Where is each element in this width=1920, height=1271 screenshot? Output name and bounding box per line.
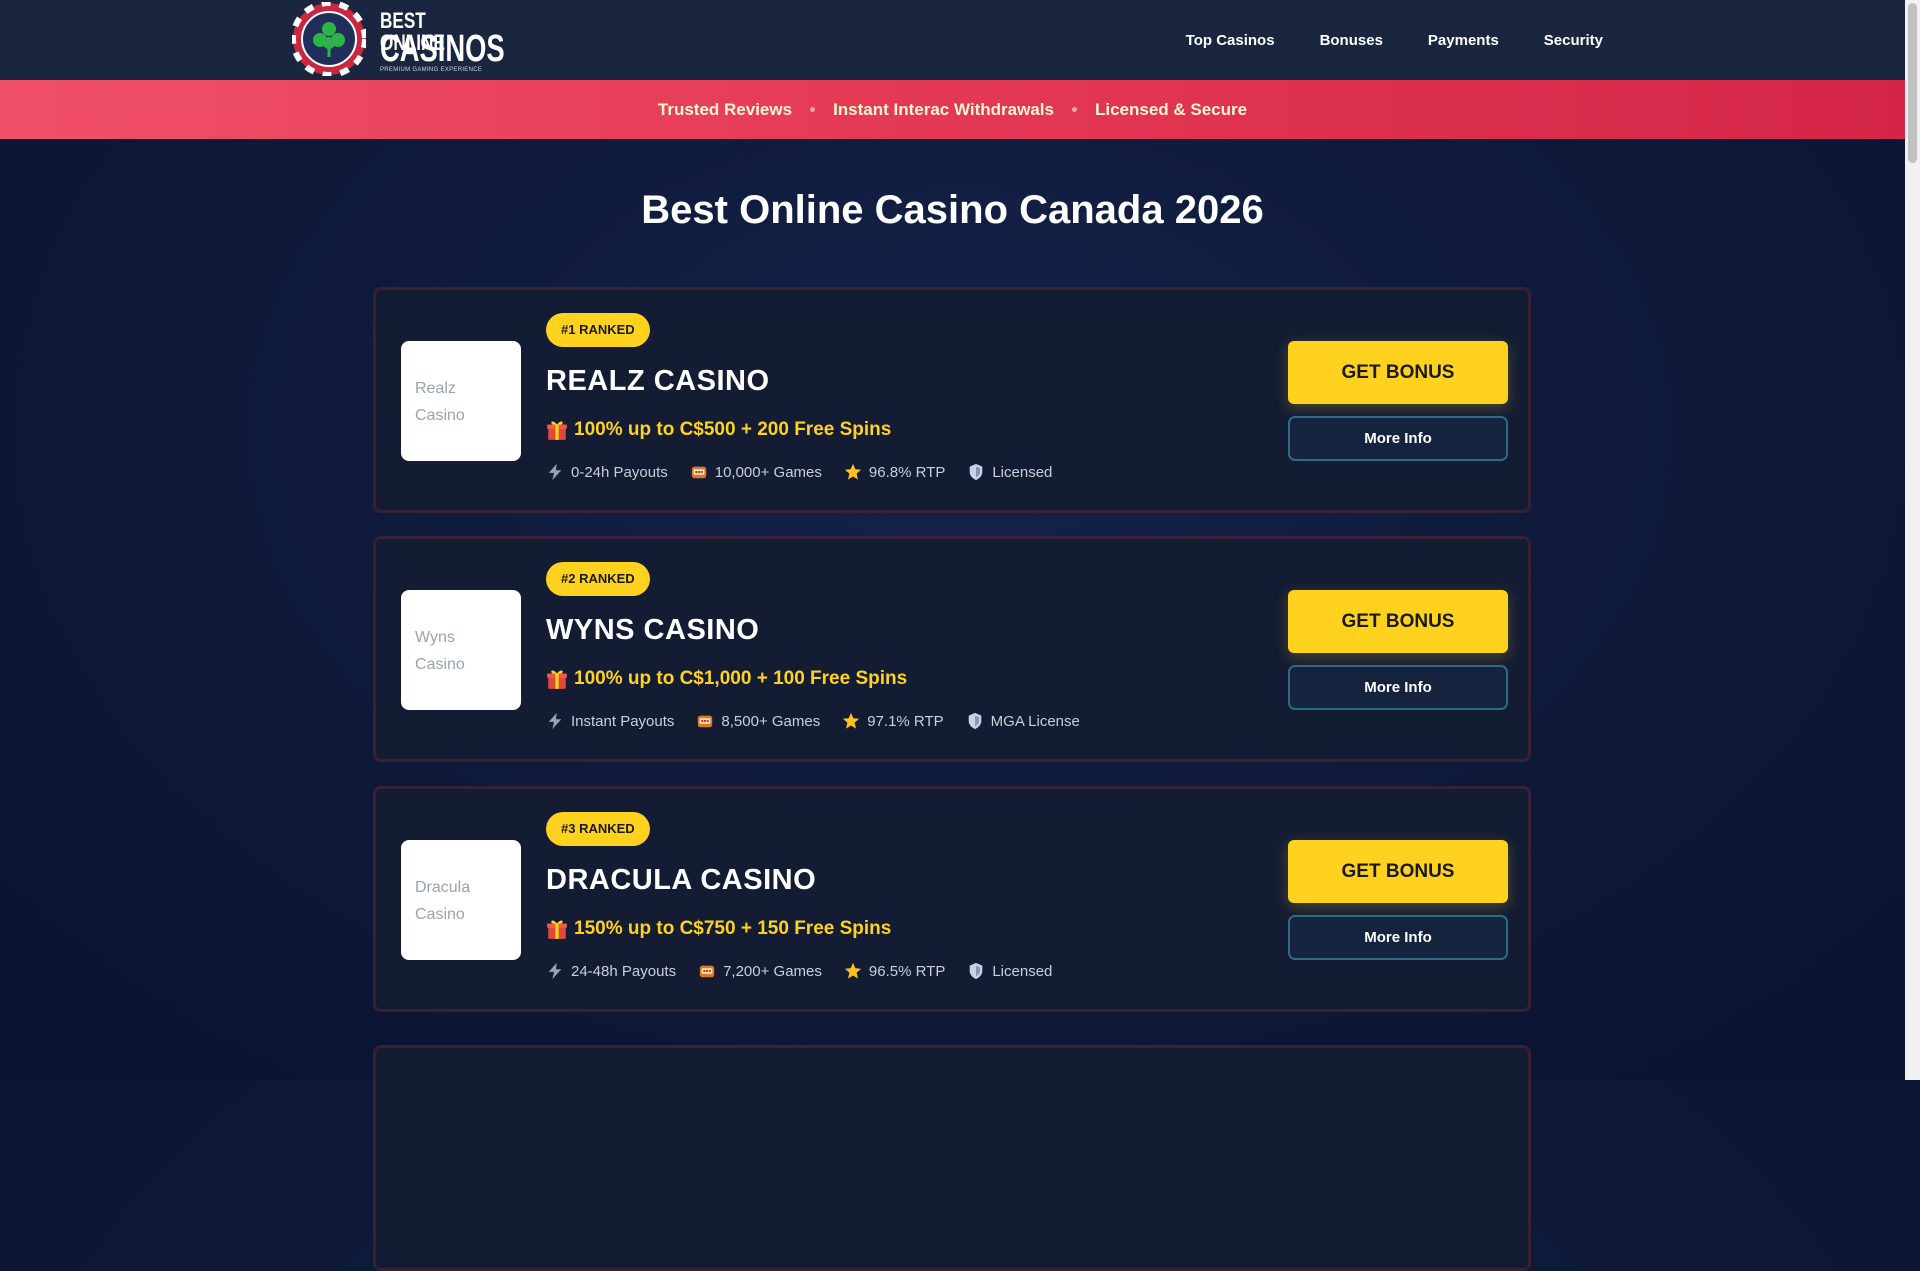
get-bonus-button[interactable]: GET BONUS <box>1288 590 1508 653</box>
feature-list: Instant Payouts 8,500+ Games 97.1% RTP M… <box>546 712 1080 730</box>
main-nav: Top Casinos Bonuses Payments Security <box>1186 0 1603 80</box>
casino-logo[interactable]: Wyns Casino <box>401 590 521 710</box>
feature-license-text: Licensed <box>992 962 1053 980</box>
site-header: BEST ONLINE CASINOS PREMIUM GAMING EXPER… <box>0 0 1905 81</box>
rank-badge: #1 RANKED <box>546 313 650 347</box>
feature-license: MGA License <box>966 712 1080 730</box>
feature-list: 0-24h Payouts 10,000+ Games 96.8% RTP Li… <box>546 463 1052 481</box>
page-scrollbar[interactable] <box>1905 0 1920 1080</box>
shield-icon <box>970 962 983 980</box>
poker-chip-clover-icon <box>292 2 366 76</box>
casino-logo-alt-text: Wyns Casino <box>415 629 465 673</box>
feature-payout-text: Instant Payouts <box>571 712 675 730</box>
gift-icon <box>547 670 567 689</box>
casino-name: DRACULA CASINO <box>546 864 817 896</box>
get-bonus-button[interactable]: GET BONUS <box>1288 341 1508 404</box>
get-bonus-button[interactable]: GET BONUS <box>1288 840 1508 903</box>
casino-card <box>373 1045 1531 1271</box>
star-icon <box>843 712 860 729</box>
trust-bar: Trusted Reviews Instant Interac Withdraw… <box>0 80 1905 139</box>
casino-card: Wyns Casino #2 RANKED WYNS CASINO 100% u… <box>373 536 1531 762</box>
feature-license-text: MGA License <box>990 712 1080 730</box>
page-title: Best Online Casino Canada 2026 <box>641 188 1264 232</box>
bonus-offer: 150% up to C$750 + 150 Free Spins <box>546 918 891 940</box>
star-icon <box>844 463 861 480</box>
bonus-text: 100% up to C$500 + 200 Free Spins <box>574 419 892 440</box>
feature-games-text: 8,500+ Games <box>721 712 821 730</box>
feature-games: 8,500+ Games <box>696 712 820 730</box>
feature-list: 24-48h Payouts 7,200+ Games 96.5% RTP Li… <box>546 962 1052 980</box>
feature-games-text: 10,000+ Games <box>714 463 822 481</box>
feature-payout: Instant Payouts <box>546 712 674 730</box>
feature-payout-text: 0-24h Payouts <box>571 463 668 481</box>
gift-icon <box>547 920 567 939</box>
trust-item-licensed: Licensed & Secure <box>1094 99 1248 119</box>
feature-games-text: 7,200+ Games <box>723 962 822 980</box>
feature-rtp: 96.8% RTP <box>844 463 945 481</box>
more-info-button[interactable]: More Info <box>1288 416 1508 461</box>
trust-item-withdrawals: Instant Interac Withdrawals <box>833 99 1054 119</box>
separator-dot <box>1071 107 1077 112</box>
more-info-button[interactable]: More Info <box>1288 665 1508 710</box>
slot-machine-icon <box>691 466 706 479</box>
trust-item-reviews: Trusted Reviews <box>657 99 793 119</box>
more-info-button[interactable]: More Info <box>1288 915 1508 960</box>
rank-badge: #2 RANKED <box>546 562 650 596</box>
bonus-text: 100% up to C$1,000 + 100 Free Spins <box>574 668 908 689</box>
nav-bonuses[interactable]: Bonuses <box>1320 32 1383 49</box>
feature-license: Licensed <box>967 463 1052 481</box>
feature-rtp: 97.1% RTP <box>842 712 944 730</box>
scrollbar-thumb[interactable] <box>1908 3 1917 163</box>
casino-logo[interactable]: Realz Casino <box>401 341 521 461</box>
bonus-offer: 100% up to C$1,000 + 100 Free Spins <box>546 668 907 690</box>
slot-machine-icon <box>698 715 713 728</box>
casino-card: Dracula Casino #3 RANKED DRACULA CASINO … <box>373 786 1531 1012</box>
feature-payout-text: 24-48h Payouts <box>571 962 677 980</box>
feature-rtp-text: 97.1% RTP <box>867 712 944 730</box>
site-logo[interactable]: BEST ONLINE CASINOS PREMIUM GAMING EXPER… <box>292 0 505 80</box>
gift-icon <box>547 421 567 440</box>
bonus-text: 150% up to C$750 + 150 Free Spins <box>574 918 892 939</box>
star-icon <box>844 962 861 979</box>
separator-dot <box>810 107 816 112</box>
feature-games: 7,200+ Games <box>698 962 822 980</box>
casino-logo-alt-text: Realz Casino <box>415 380 465 424</box>
casino-name: REALZ CASINO <box>546 365 770 397</box>
feature-games: 10,000+ Games <box>690 463 822 481</box>
feature-rtp: 96.5% RTP <box>844 962 945 980</box>
lightning-icon <box>548 962 562 980</box>
feature-payout: 0-24h Payouts <box>546 463 668 481</box>
logo-title-line2: CASINOS <box>380 28 505 70</box>
feature-rtp-text: 96.8% RTP <box>868 463 946 481</box>
feature-payout: 24-48h Payouts <box>546 962 676 980</box>
feature-rtp-text: 96.5% RTP <box>868 962 946 980</box>
lightning-icon <box>548 712 562 730</box>
casino-logo[interactable]: Dracula Casino <box>401 840 521 960</box>
slot-machine-icon <box>699 965 715 978</box>
nav-security[interactable]: Security <box>1544 32 1603 49</box>
casino-name: WYNS CASINO <box>546 614 760 646</box>
nav-payments[interactable]: Payments <box>1428 32 1499 49</box>
lightning-icon <box>548 463 562 481</box>
casino-logo-alt-text: Dracula Casino <box>415 879 471 923</box>
shield-icon <box>968 712 981 730</box>
rank-badge: #3 RANKED <box>546 812 650 846</box>
feature-license: Licensed <box>967 962 1052 980</box>
shield-icon <box>970 463 983 481</box>
bonus-offer: 100% up to C$500 + 200 Free Spins <box>546 419 891 441</box>
casino-card: Realz Casino #1 RANKED REALZ CASINO 100%… <box>373 287 1531 513</box>
logo-tagline: PREMIUM GAMING EXPERIENCE <box>380 67 483 73</box>
feature-license-text: Licensed <box>992 463 1053 481</box>
nav-top-casinos[interactable]: Top Casinos <box>1186 32 1275 49</box>
